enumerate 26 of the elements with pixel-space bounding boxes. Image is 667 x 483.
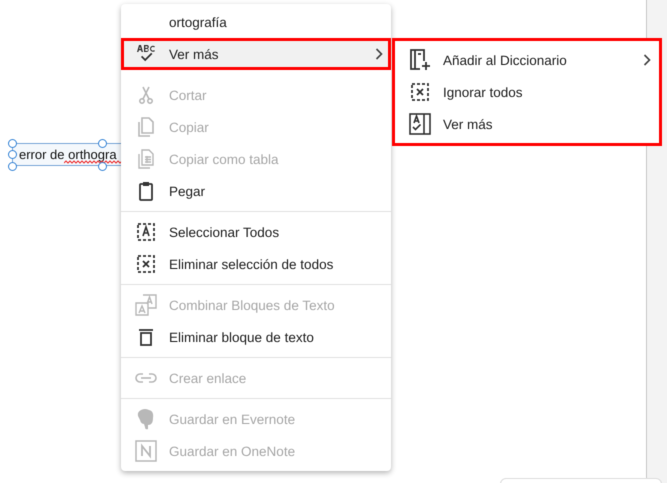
menu-item[interactable]: Ignorar todos — [395, 76, 659, 108]
menu-item[interactable]: Pegar — [121, 175, 391, 207]
ignore-all-icon — [410, 82, 430, 102]
resize-handle[interactable] — [98, 139, 107, 148]
deselect-icon — [136, 254, 156, 274]
clipboard-icon — [136, 181, 156, 201]
scissors-icon — [136, 85, 156, 105]
copy-table-icon — [136, 149, 156, 169]
menu-item[interactable]: Seleccionar Todos — [121, 216, 391, 248]
add-dictionary-icon — [409, 49, 431, 71]
menu-item[interactable]: Eliminar selección de todos — [121, 248, 391, 280]
menu-item[interactable]: ortografía — [121, 6, 391, 38]
menu-item[interactable]: Ver más — [395, 108, 659, 140]
spelling-page-icon — [409, 113, 431, 135]
text-box-text: error de orthogra — [19, 147, 117, 162]
menu-item[interactable]: Ver más — [121, 38, 391, 70]
merge-text-icon — [135, 294, 157, 316]
copy-icon — [136, 117, 156, 137]
onenote-icon — [135, 440, 157, 462]
spellcheck-icon — [136, 44, 156, 64]
menu-item[interactable]: Añadir al Diccionario — [395, 44, 659, 76]
select-all-icon — [136, 222, 156, 242]
menu-item[interactable]: Eliminar bloque de texto — [121, 321, 391, 353]
trash-icon — [136, 327, 156, 347]
link-icon — [135, 372, 157, 384]
resize-handle[interactable] — [98, 162, 107, 171]
